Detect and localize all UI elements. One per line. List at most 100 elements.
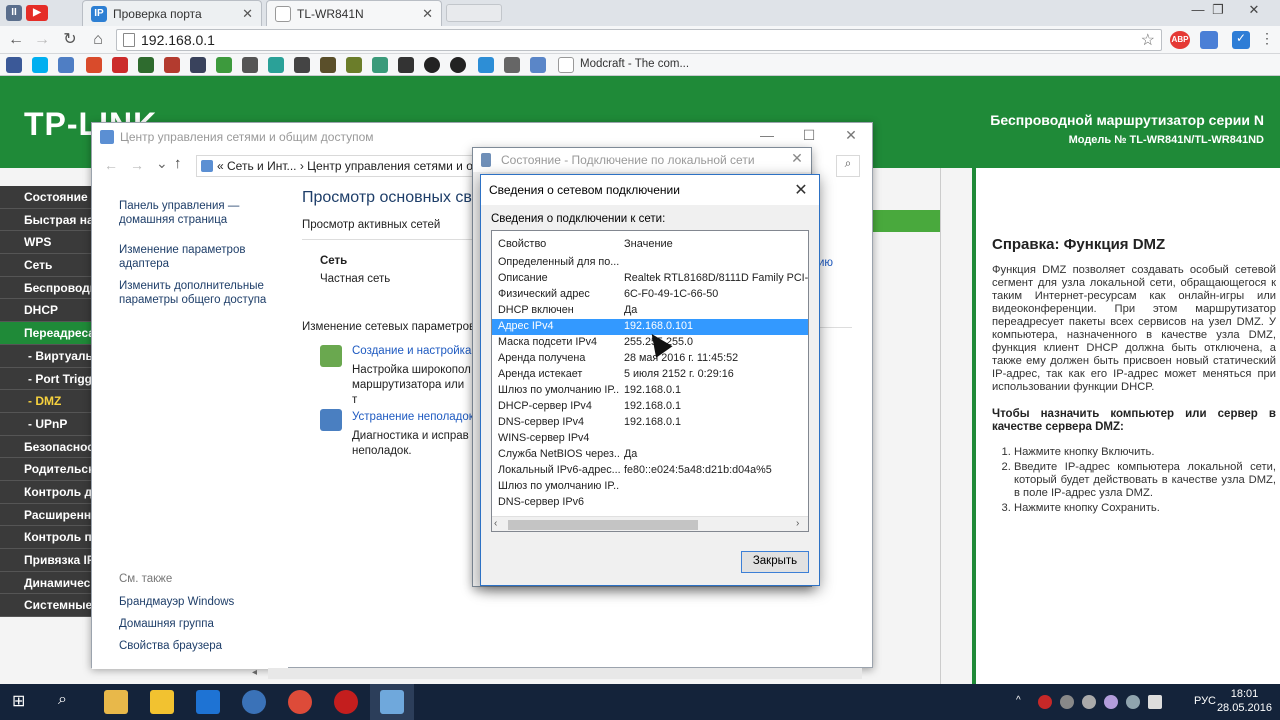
bookmark-icon[interactable] [372, 57, 388, 73]
browser-properties-link[interactable]: Свойства браузера [119, 639, 222, 653]
menu-item[interactable]: Расширенные настройки [0, 503, 92, 527]
list-row[interactable]: Физический адрес 6C-F0-49-1C-66-50 [492, 287, 808, 303]
list-row[interactable]: Служба NetBIOS через... Да [492, 447, 808, 463]
list-row[interactable]: Описание Realtek RTL8168D/8111D Family PC… [492, 271, 808, 287]
close-icon[interactable]: ✕ [836, 127, 866, 147]
app-icon[interactable] [150, 690, 174, 714]
horizontal-scrollbar[interactable]: ‹ › [492, 516, 808, 531]
adapter-settings-link[interactable]: Изменение параметров адаптера [119, 243, 249, 271]
tab-port-check[interactable]: IP Проверка порта ✕ [82, 0, 262, 26]
col-value[interactable]: Значение [624, 238, 673, 250]
up-icon[interactable]: ↑ [174, 155, 182, 172]
forward-icon[interactable]: → [130, 157, 144, 173]
bookmark-icon[interactable] [478, 57, 494, 73]
list-row[interactable]: Локальный IPv6-адрес... fe80::e024:5a48:d… [492, 463, 808, 479]
troubleshoot-link[interactable]: Устранение неполадок [352, 411, 474, 423]
scrollbar-track[interactable] [268, 668, 862, 679]
tray-app-icon[interactable] [1104, 695, 1118, 709]
menu-item[interactable]: - UPnP [0, 412, 92, 436]
bookmark-modcraft[interactable]: Modcraft - The com... [580, 58, 689, 70]
scrollbar-thumb[interactable] [508, 520, 698, 530]
bookmark-icon[interactable] [242, 57, 258, 73]
bookmark-icon[interactable] [320, 57, 336, 73]
github-icon[interactable] [424, 57, 440, 73]
youtube-icon[interactable]: ▶ [26, 5, 48, 21]
close-icon[interactable]: ✕ [785, 150, 809, 170]
close-icon[interactable]: ✕ [789, 180, 813, 200]
recorder-icon[interactable] [334, 690, 358, 714]
list-row[interactable]: DHCP включен Да [492, 303, 808, 319]
network-tray-icon[interactable] [1126, 695, 1140, 709]
close-icon[interactable]: ✕ [1236, 2, 1272, 22]
menu-item[interactable]: - Port Triggering [0, 367, 92, 391]
active-app-highlight[interactable] [370, 684, 414, 720]
tab-close-icon[interactable]: ✕ [422, 6, 433, 22]
bookmark-icon[interactable] [504, 57, 520, 73]
menu-item[interactable]: - Виртуальные серверы [0, 344, 92, 368]
back-icon[interactable]: ← [6, 30, 26, 50]
list-row[interactable]: DNS-сервер IPv6 [492, 495, 808, 511]
address-bar[interactable]: 192.168.0.1 ☆ [116, 29, 1162, 51]
github-icon[interactable] [450, 57, 466, 73]
bookmark-icon[interactable] [86, 57, 102, 73]
menu-item[interactable]: Беспроводной режим [0, 276, 92, 300]
bookmark-icon[interactable] [32, 57, 48, 73]
scroll-left-icon[interactable]: ◂ [252, 667, 257, 678]
sharing-settings-link[interactable]: Изменить дополнительные параметры общего… [119, 279, 269, 307]
tab-close-icon[interactable]: ✕ [242, 6, 253, 22]
menu-item[interactable]: Быстрая настройка [0, 208, 92, 232]
maximize-icon[interactable]: ☐ [794, 127, 824, 147]
forward-icon[interactable]: → [32, 30, 52, 50]
menu-item[interactable]: Контроль доступа [0, 480, 92, 504]
menu-item[interactable]: Динамический DNS [0, 571, 92, 595]
star-icon[interactable]: ☆ [1141, 30, 1155, 50]
menu-item[interactable]: Безопасность [0, 435, 92, 459]
menu-item[interactable]: DHCP [0, 299, 92, 323]
windows-start-icon[interactable]: ⊞ [12, 693, 30, 711]
menu-item[interactable]: Привязка IP- и MAC [0, 549, 92, 572]
chrome-icon[interactable] [288, 690, 312, 714]
clock[interactable]: 18:01 28.05.2016 [1217, 687, 1272, 715]
app-icon[interactable] [242, 690, 266, 714]
tray-expand-icon[interactable]: ^ [1016, 695, 1021, 706]
new-connection-link[interactable]: Создание и настройка н [352, 345, 481, 357]
minimize-icon[interactable]: — [752, 127, 782, 147]
list-row[interactable]: Определенный для по... [492, 255, 808, 271]
bookmark-icon[interactable] [216, 57, 232, 73]
list-row[interactable]: Аренда получена 28 мая 2016 г. 11:45:52 [492, 351, 808, 367]
details-list[interactable]: Свойство Значение Определенный для по...… [491, 230, 809, 532]
language-indicator[interactable]: РУС [1194, 695, 1216, 707]
menu-item[interactable]: Переадресация [0, 322, 92, 345]
search-icon[interactable]: ⌕ [58, 691, 78, 711]
tray-app-icon[interactable] [1060, 695, 1074, 709]
menu-item[interactable]: Состояние [0, 186, 92, 209]
bookmark-icon[interactable] [112, 57, 128, 73]
menu-item[interactable]: Родительский контроль [0, 458, 92, 481]
bookmark-icon[interactable] [398, 57, 414, 73]
reload-icon[interactable]: ↻ [60, 30, 80, 50]
volume-icon[interactable] [1082, 695, 1096, 709]
list-row[interactable]: DHCP-сервер IPv4 192.168.0.1 [492, 399, 808, 415]
edge-icon[interactable] [196, 690, 220, 714]
pause-icon[interactable]: II [6, 5, 22, 21]
list-row[interactable]: Шлюз по умолчанию IP... [492, 479, 808, 495]
menu-item[interactable]: Контроль пропускной [0, 526, 92, 549]
list-row[interactable]: DNS-сервер IPv4 192.168.0.1 [492, 415, 808, 431]
menu-item[interactable]: WPS [0, 231, 92, 255]
menu-item[interactable]: Системные инструменты [0, 594, 92, 618]
list-row[interactable]: Аренда истекает 5 июля 2152 г. 0:29:16 [492, 367, 808, 383]
menu-item[interactable]: - DMZ [0, 390, 92, 413]
list-row[interactable]: Адрес IPv4 192.168.0.101 [492, 319, 808, 335]
adblock-icon[interactable]: ABP [1170, 31, 1190, 49]
tab-tl-wr841n[interactable]: TL-WR841N ✕ [266, 0, 442, 26]
col-property[interactable]: Свойство [498, 238, 546, 250]
list-row[interactable]: WINS-сервер IPv4 [492, 431, 808, 447]
menu-item[interactable]: Сеть [0, 254, 92, 277]
restore-icon[interactable]: ❐ [1200, 2, 1236, 22]
scroll-left-icon[interactable]: ‹ [494, 518, 497, 529]
list-row[interactable]: Шлюз по умолчанию IP... 192.168.0.1 [492, 383, 808, 399]
connection-link-fragment[interactable]: ию [818, 257, 833, 269]
bookmark-icon[interactable] [294, 57, 310, 73]
new-tab-button[interactable] [446, 4, 502, 22]
breadcrumb[interactable]: « Сеть и Инт... › Центр управления сетям… [196, 155, 496, 177]
